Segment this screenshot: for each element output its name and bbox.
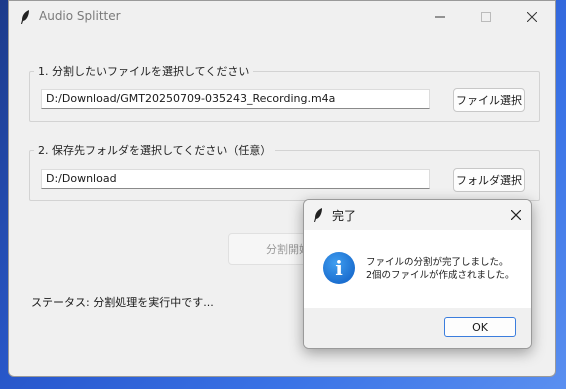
- ok-button[interactable]: OK: [444, 317, 516, 337]
- window-title: Audio Splitter: [39, 9, 121, 23]
- dialog-close-button[interactable]: [501, 200, 531, 230]
- file-path-input[interactable]: D:/Download/GMT20250709-035243_Recording…: [41, 89, 430, 109]
- select-folder-button[interactable]: フォルダ選択: [453, 168, 525, 192]
- close-icon: [527, 12, 537, 22]
- close-icon: [511, 210, 521, 220]
- feather-icon: [314, 208, 322, 222]
- dialog-title-bar[interactable]: 完了: [304, 200, 531, 230]
- maximize-button[interactable]: [463, 1, 509, 33]
- folder-path-input[interactable]: D:/Download: [41, 169, 430, 189]
- info-icon: i: [323, 252, 355, 284]
- title-bar[interactable]: Audio Splitter: [9, 1, 555, 33]
- dialog-message-line2: 2個のファイルが作成されました。: [366, 270, 515, 281]
- close-button[interactable]: [509, 1, 555, 33]
- dialog-footer: OK: [304, 308, 531, 348]
- completion-dialog: 完了 i ファイルの分割が完了しました。 2個のファイルが作成されました。 OK: [303, 199, 532, 349]
- feather-icon: [21, 10, 29, 24]
- file-select-legend: 1. 分割したいファイルを選択してください: [38, 65, 250, 78]
- minimize-button[interactable]: [417, 1, 463, 33]
- dialog-message: ファイルの分割が完了しました。 2個のファイルが作成されました。: [366, 256, 515, 282]
- dialog-message-line1: ファイルの分割が完了しました。: [366, 257, 509, 268]
- minimize-icon: [435, 16, 445, 18]
- maximize-icon: [481, 12, 491, 22]
- dialog-title: 完了: [332, 209, 357, 223]
- status-text: ステータス: 分割処理を実行中です...: [31, 296, 214, 309]
- dialog-body: i ファイルの分割が完了しました。 2個のファイルが作成されました。: [304, 230, 531, 310]
- select-file-button[interactable]: ファイル選択: [453, 88, 525, 112]
- folder-select-legend: 2. 保存先フォルダを選択してください（任意）: [38, 144, 272, 157]
